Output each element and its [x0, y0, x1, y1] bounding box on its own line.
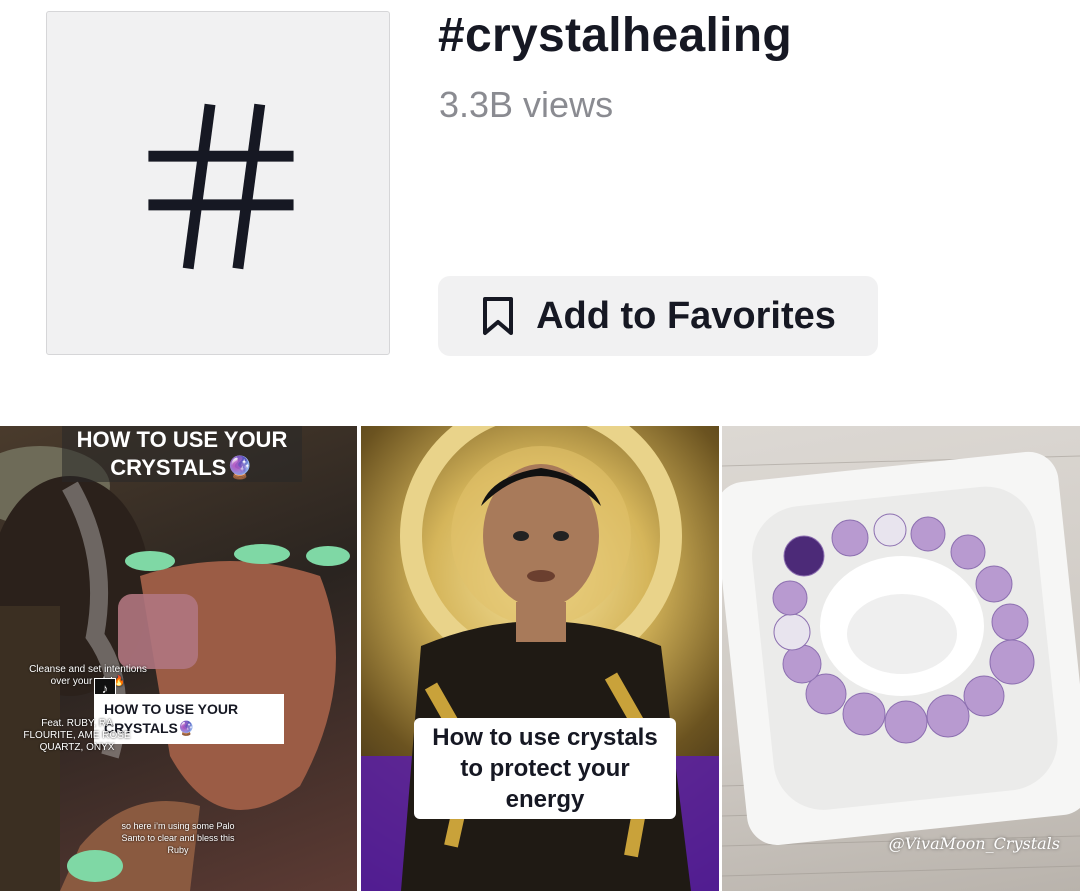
video-3-watermark: @VivaMoon_Crystals: [888, 834, 1060, 853]
video-1-note-palo-santo: so here i’m using some Palo Santo to cle…: [121, 821, 235, 855]
hashtag-avatar: [46, 11, 390, 355]
video-thumbnail-3[interactable]: @VivaMoon_Crystals: [722, 426, 1080, 891]
video-grid: HOW TO USE YOUR CRYSTALS🔮 Cleanse and se…: [0, 426, 1080, 891]
video-thumbnail-1[interactable]: HOW TO USE YOUR CRYSTALS🔮 Cleanse and se…: [0, 426, 357, 891]
video-2-scene: [361, 426, 719, 891]
video-3-scene: [722, 451, 1080, 877]
hashtag-title: #crystalhealing: [438, 9, 792, 62]
hashtag-icon: [148, 103, 294, 270]
video-2-caption-box: How to use crystals to protect your ener…: [414, 718, 676, 819]
video-thumbnail-2[interactable]: How to use crystals to protect your ener…: [361, 426, 719, 891]
add-to-favorites-button[interactable]: Add to Favorites: [438, 276, 878, 356]
hashtag-views: 3.3B views: [439, 84, 614, 125]
bookmark-icon: [483, 297, 514, 335]
add-to-favorites-label: Add to Favorites: [536, 294, 836, 337]
video-1-title-caption: HOW TO USE YOUR CRYSTALS🔮: [62, 426, 302, 482]
video-1-note-intentions: Cleanse and set intentions over your c l…: [29, 664, 147, 687]
video-1-note-feat: Feat. RUBY, RA FLOURITE, AME ROSE QUARTZ…: [23, 718, 131, 753]
